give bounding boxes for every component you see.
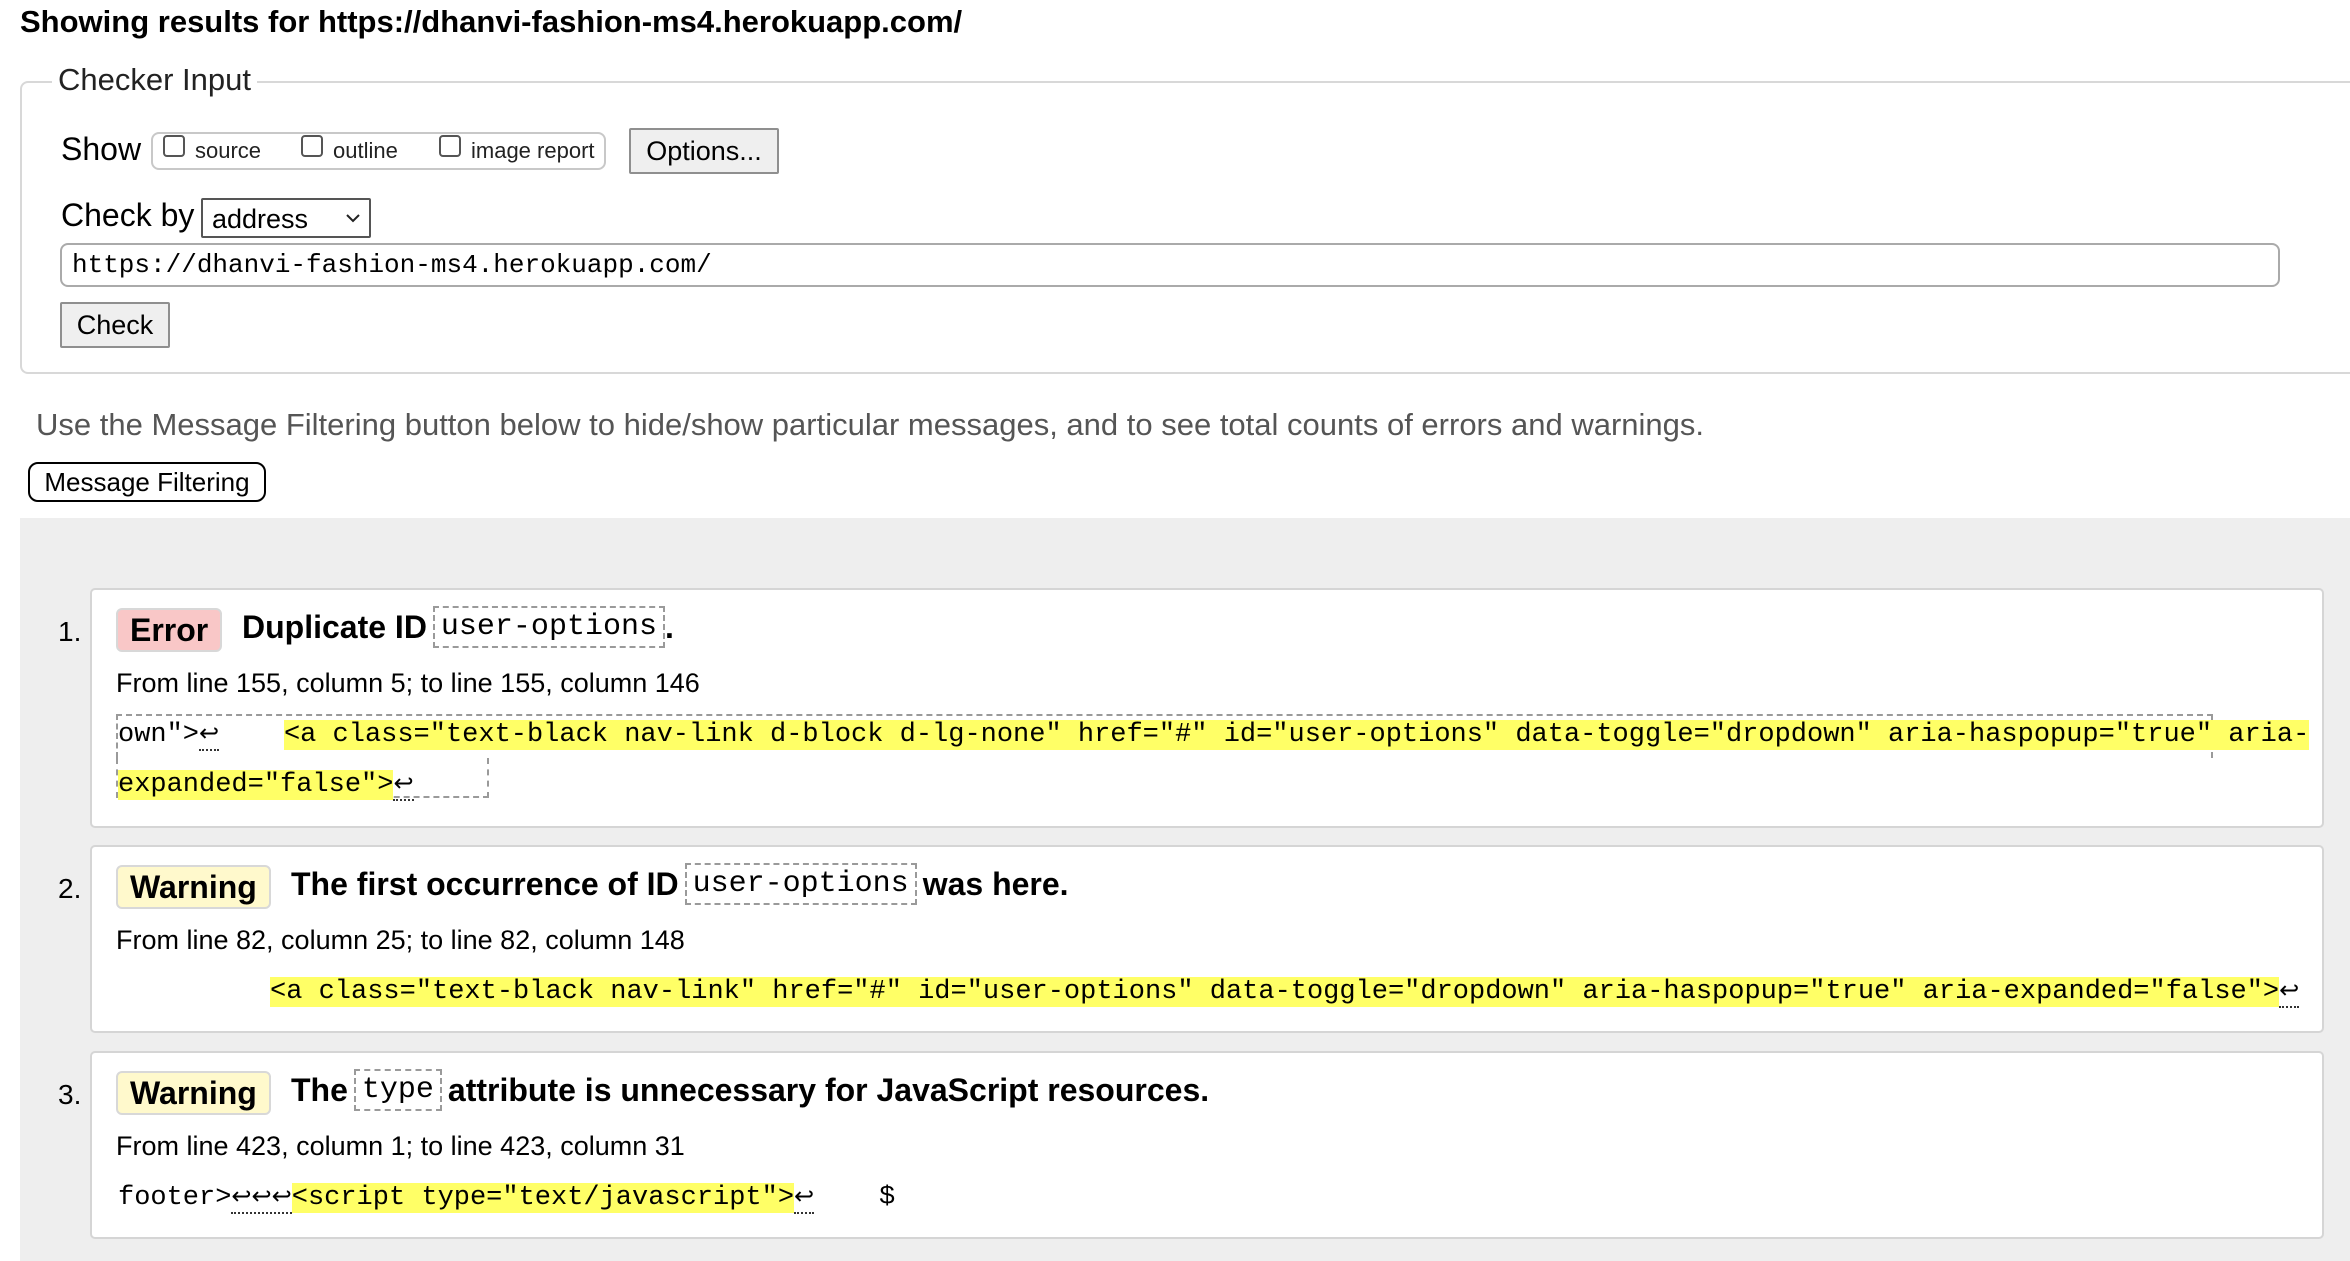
message-extract-line-2: expanded="false">↩ — [118, 760, 414, 811]
source-checkbox[interactable] — [163, 135, 185, 157]
image-report-checkbox[interactable] — [439, 135, 461, 157]
line-break-marker: ↩ — [393, 772, 414, 801]
outline-checkbox-label[interactable]: outline — [333, 138, 398, 164]
outline-checkbox[interactable] — [301, 135, 323, 157]
message-number: 3. — [58, 1079, 82, 1110]
extract-trailing-text: $ — [814, 1183, 896, 1213]
message-title-code: type — [353, 1069, 442, 1111]
check-button[interactable]: Check — [60, 302, 170, 348]
message-title-suffix: was here. — [922, 865, 1069, 902]
message-title: The type attribute is unnecessary for Ja… — [291, 1069, 1209, 1111]
highlighted-extract: <script type="text/javascript"> — [291, 1183, 795, 1213]
highlighted-extract: expanded="false"> — [118, 770, 394, 800]
message-number: 1. — [58, 616, 82, 647]
options-button[interactable]: Options... — [629, 128, 779, 174]
chevron-down-icon — [346, 214, 360, 223]
error-badge: Error — [116, 608, 223, 652]
check-by-label: Check by — [61, 197, 195, 233]
checker-input-legend: Checker Input — [52, 62, 257, 98]
message-title: The first occurrence of ID user-options … — [291, 863, 1069, 905]
message-extract: <a class="text-black nav-link" href="#" … — [270, 967, 2300, 1018]
highlighted-extract: <a class="text-black nav-link d-block d-… — [283, 720, 2310, 750]
message-title: Duplicate ID user-options. — [242, 606, 674, 648]
message-title-suffix: . — [664, 608, 674, 645]
message-location: From line 423, column 1; to line 423, co… — [116, 1131, 685, 1161]
message-title-suffix: attribute is unnecessary for JavaScript … — [447, 1071, 1210, 1108]
message-title-text: The — [291, 1071, 348, 1108]
message-card-warning: Warning The first occurrence of ID user-… — [90, 845, 2324, 1033]
message-extract-line-1: own">↩ <a class="text-black nav-link d-b… — [118, 710, 2310, 761]
page-title: Showing results for https://dhanvi-fashi… — [20, 4, 963, 39]
warning-badge: Warning — [116, 1071, 271, 1115]
message-title-text: The first occurrence of ID — [291, 865, 679, 902]
source-checkbox-label[interactable]: source — [195, 138, 261, 164]
line-break-marker: ↩ — [794, 1185, 815, 1214]
extract-text: own"> — [118, 720, 200, 750]
line-break-marker: ↩↩↩ — [231, 1185, 292, 1214]
image-report-checkbox-label[interactable]: image report — [471, 138, 595, 164]
message-location: From line 82, column 25; to line 82, col… — [116, 925, 685, 955]
show-label: Show — [61, 131, 142, 167]
check-by-value: address — [212, 204, 309, 234]
line-break-marker: ↩ — [2279, 979, 2300, 1008]
warning-badge: Warning — [116, 865, 271, 909]
highlighted-extract: <a class="text-black nav-link" href="#" … — [270, 977, 2280, 1007]
message-location: From line 155, column 5; to line 155, co… — [116, 668, 700, 698]
message-title-code: user-options — [684, 863, 917, 905]
message-card-warning: Warning The type attribute is unnecessar… — [90, 1051, 2324, 1239]
url-input[interactable] — [60, 243, 2280, 287]
message-card-error: Error Duplicate ID user-options. From li… — [90, 588, 2324, 828]
message-title-text: Duplicate ID — [242, 608, 427, 645]
line-break-marker: ↩ — [199, 722, 220, 751]
message-extract: footer>↩↩↩<script type="text/javascript"… — [118, 1173, 895, 1224]
message-title-code: user-options — [432, 606, 665, 648]
message-filtering-note: Use the Message Filtering button below t… — [36, 407, 1705, 442]
check-by-select[interactable]: address — [201, 198, 371, 238]
extract-gap — [219, 720, 284, 750]
message-filtering-button[interactable]: Message Filtering — [28, 462, 266, 502]
extract-text: footer> — [118, 1183, 232, 1213]
message-number: 2. — [58, 873, 82, 904]
